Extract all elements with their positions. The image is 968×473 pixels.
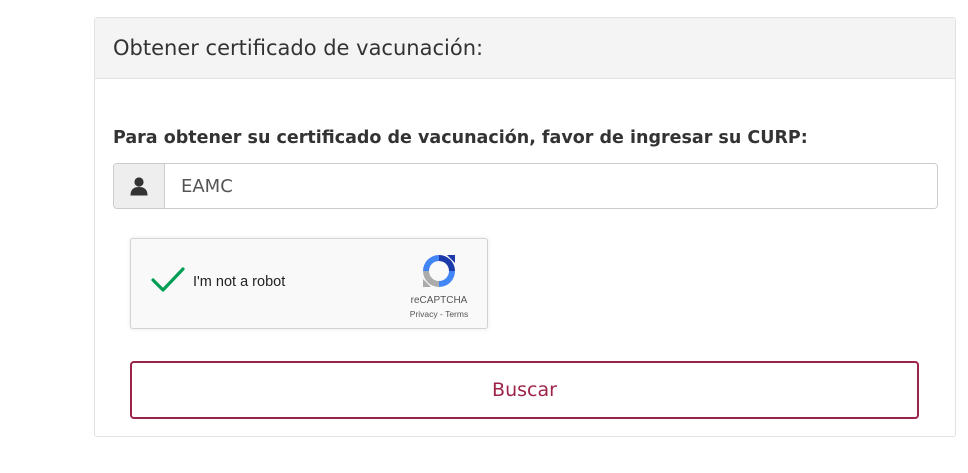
curp-input[interactable]: [165, 164, 937, 208]
terms-link[interactable]: Terms: [445, 309, 468, 319]
user-icon: [114, 164, 165, 208]
curp-input-group: [113, 163, 938, 209]
search-button[interactable]: Buscar: [130, 361, 919, 419]
certificate-panel: Obtener certificado de vacunación: Para …: [94, 17, 956, 437]
checkmark-icon: [151, 267, 185, 292]
recaptcha-widget: I'm not a robot reCAPTCHA Privacy - Term…: [130, 238, 488, 329]
links-separator: -: [437, 309, 446, 319]
recaptcha-links: Privacy - Terms: [391, 309, 487, 319]
panel-heading: Obtener certificado de vacunación:: [95, 18, 955, 79]
privacy-link[interactable]: Privacy: [410, 309, 438, 319]
recaptcha-brand: reCAPTCHA: [410, 295, 468, 306]
curp-instruction: Para obtener su certificado de vacunació…: [113, 128, 808, 148]
panel-title: Obtener certificado de vacunación:: [113, 36, 484, 60]
recaptcha-label: I'm not a robot: [193, 274, 286, 290]
recaptcha-logo-icon: [419, 251, 459, 291]
recaptcha-checkbox[interactable]: [150, 265, 186, 295]
